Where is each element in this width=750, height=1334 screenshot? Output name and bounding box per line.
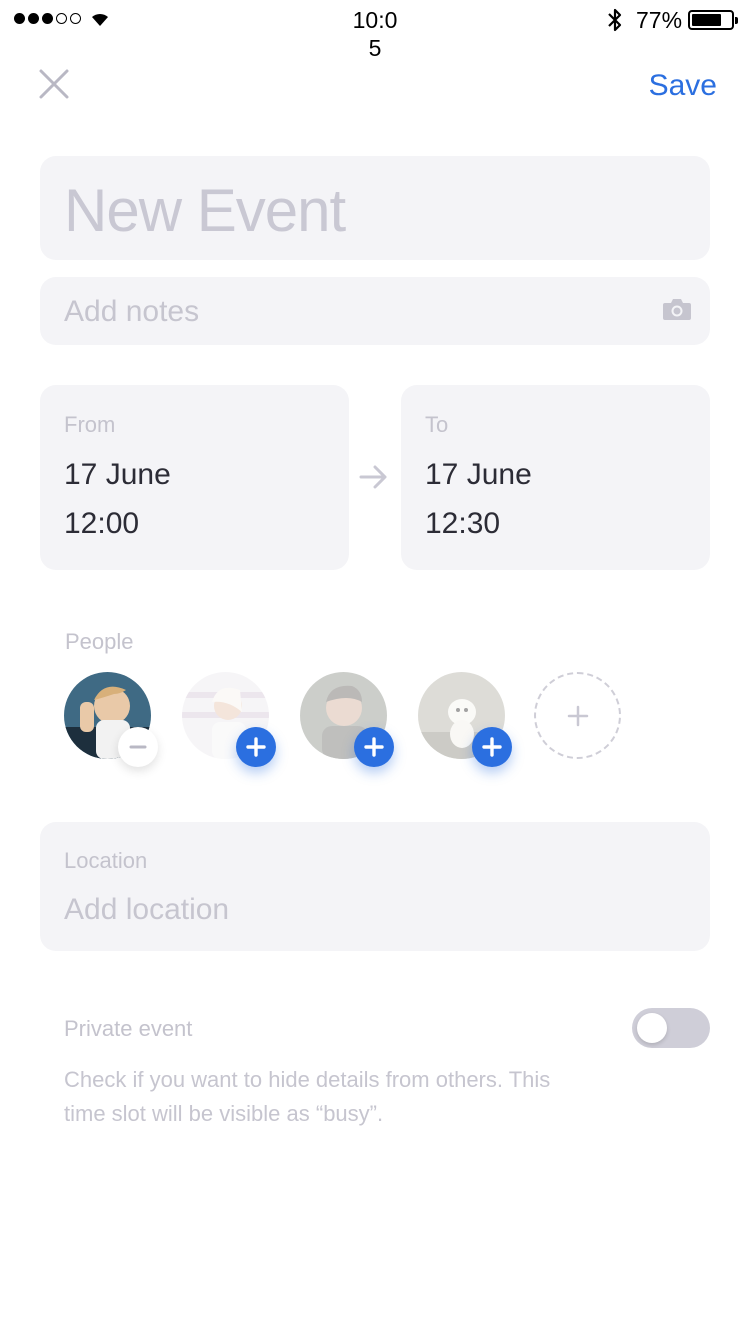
remove-person-button[interactable]	[118, 727, 158, 767]
toggle-knob	[637, 1013, 667, 1043]
from-time[interactable]: 12:00	[64, 506, 139, 542]
to-time[interactable]: 12:30	[425, 506, 500, 542]
camera-icon[interactable]	[662, 297, 692, 321]
minus-icon	[129, 745, 147, 749]
save-button[interactable]: Save	[649, 68, 717, 104]
arrow-right-icon	[359, 465, 387, 489]
notes-field[interactable]: Add notes	[40, 277, 710, 345]
to-date[interactable]: 17 June	[425, 457, 532, 493]
to-date-picker[interactable]: To 17 June 12:30	[401, 385, 710, 570]
signal-strength-icon	[14, 13, 81, 24]
battery-icon	[688, 10, 738, 30]
bluetooth-icon	[608, 8, 622, 32]
plus-icon	[364, 737, 384, 757]
add-person-button[interactable]	[472, 727, 512, 767]
from-date-picker[interactable]: From 17 June 12:00	[40, 385, 349, 570]
from-date[interactable]: 17 June	[64, 457, 171, 493]
battery-percent: 77%	[636, 7, 683, 33]
notes-input[interactable]: Add notes	[64, 294, 199, 330]
plus-icon	[246, 737, 266, 757]
plus-icon	[567, 705, 588, 726]
private-event-toggle[interactable]	[632, 1008, 710, 1048]
status-time: 10:0 5	[352, 7, 398, 61]
private-event-description: Check if you want to hide details from o…	[64, 1067, 551, 1126]
from-label: From	[64, 412, 116, 437]
to-label: To	[425, 412, 449, 437]
add-person-button[interactable]	[354, 727, 394, 767]
invite-person-button[interactable]	[534, 672, 621, 759]
add-person-button[interactable]	[236, 727, 276, 767]
location-label: Location	[64, 848, 148, 873]
status-bar: 10:0 5 77%	[0, 0, 750, 61]
close-button[interactable]	[36, 66, 72, 102]
plus-icon	[482, 737, 502, 757]
event-title-field[interactable]: New Event	[40, 156, 710, 260]
people-label: People	[65, 629, 134, 654]
private-event-label: Private event	[64, 1016, 193, 1041]
wifi-icon	[92, 13, 108, 26]
event-title-input[interactable]: New Event	[64, 178, 346, 244]
close-icon	[39, 69, 69, 99]
location-input[interactable]: Add location	[64, 892, 229, 928]
location-field[interactable]: Location Add location	[40, 822, 710, 951]
